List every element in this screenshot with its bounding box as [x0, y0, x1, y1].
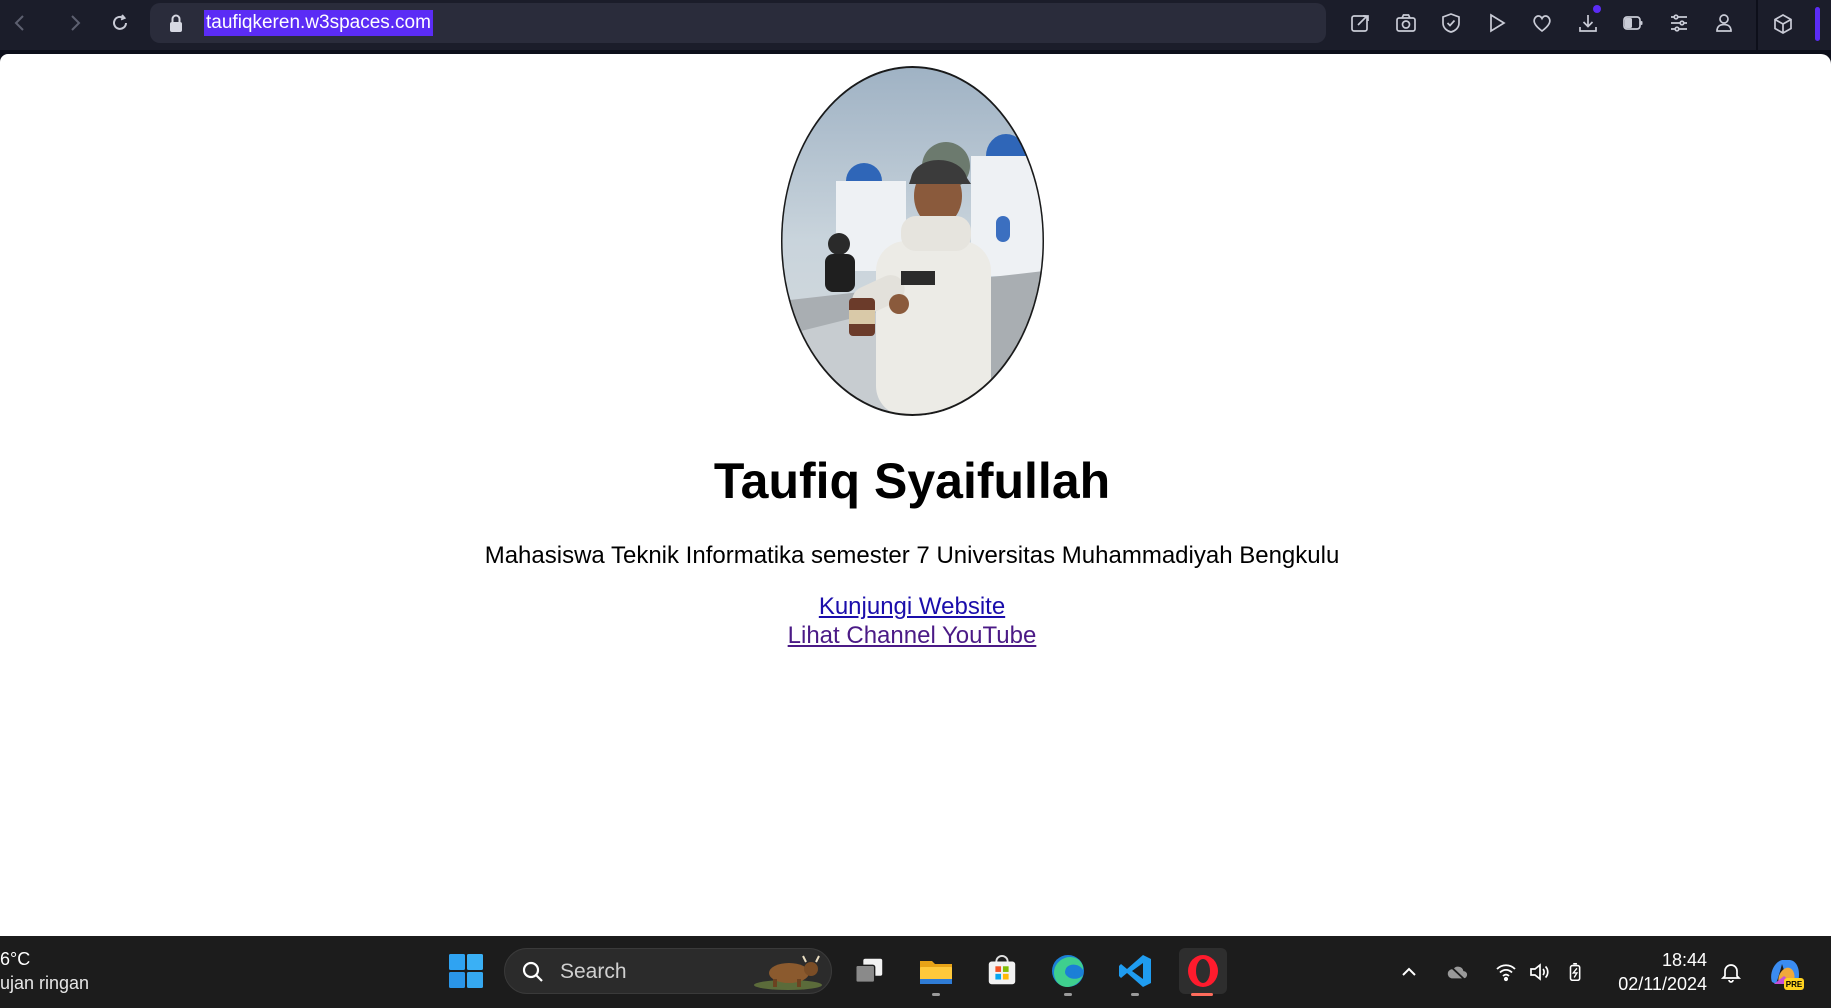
wifi-icon[interactable] — [1492, 958, 1520, 986]
vpn-shield-icon[interactable] — [1436, 8, 1466, 38]
toolbar-divider — [1756, 0, 1758, 50]
toolbar-actions — [1345, 5, 1755, 38]
running-indicator — [932, 993, 940, 996]
profile-links: Kunjungi Website Lihat Channel YouTube — [0, 592, 1824, 650]
web-page: Taufiq Syaifullah Mahasiswa Teknik Infor… — [0, 54, 1831, 936]
volume-icon[interactable] — [1525, 958, 1553, 986]
search-highlight-bull-icon — [754, 955, 822, 990]
address-bar[interactable]: taufiqkeren.w3spaces.com — [150, 3, 1326, 43]
start-icon[interactable] — [443, 948, 489, 994]
snapshot-icon[interactable] — [1391, 8, 1421, 38]
battery-saver-icon[interactable] — [1618, 8, 1648, 38]
url-text[interactable]: taufiqkeren.w3spaces.com — [204, 10, 433, 36]
clock-date: 02/11/2024 — [1618, 974, 1707, 994]
taskbar-search[interactable]: Search — [504, 948, 832, 994]
active-indicator — [1191, 993, 1213, 996]
battery-icon[interactable] — [1562, 958, 1590, 986]
search-placeholder: Search — [560, 960, 627, 983]
weather-widget[interactable]: 6°C ujan ringan — [0, 947, 89, 995]
file-explorer-icon[interactable] — [913, 948, 959, 996]
pinboard-heart-icon[interactable] — [1527, 8, 1557, 38]
profile-name: Taufiq Syaifullah — [713, 453, 1111, 509]
copilot-badge: PRE — [1786, 980, 1803, 989]
copilot-icon[interactable]: PRE — [1766, 954, 1804, 992]
download-icon[interactable] — [1573, 5, 1603, 38]
chevron-up-icon[interactable] — [1395, 958, 1423, 986]
running-indicator — [1064, 993, 1072, 996]
settings-sliders-icon[interactable] — [1664, 8, 1694, 38]
easy-setup-icon[interactable] — [1345, 8, 1375, 38]
sidebar-indicator[interactable] — [1815, 7, 1820, 41]
reload-icon[interactable] — [105, 8, 135, 38]
weather-temp: 6°C — [0, 949, 31, 969]
clock-time: 18:44 — [1661, 950, 1707, 970]
running-indicator — [1131, 993, 1139, 996]
flow-icon[interactable] — [1482, 8, 1512, 38]
back-icon[interactable] — [5, 8, 35, 38]
browser-toolbar: taufiqkeren.w3spaces.com — [0, 0, 1831, 50]
task-view-icon[interactable] — [846, 948, 892, 994]
weather-condition: ujan ringan — [0, 973, 90, 993]
onedrive-icon[interactable] — [1443, 958, 1471, 986]
system-clock[interactable]: 18:44 02/11/2024 — [1611, 948, 1707, 996]
download-badge — [1592, 5, 1601, 13]
windows-taskbar: 6°C ujan ringan Search 18:44 02/11/2024 … — [0, 936, 1831, 1008]
lock-icon[interactable] — [166, 13, 186, 33]
bell-icon[interactable] — [1717, 958, 1745, 986]
profile-bio: Mahasiswa Teknik Informatika semester 7 … — [484, 542, 1340, 569]
vscode-icon[interactable] — [1112, 948, 1158, 996]
forward-icon[interactable] — [60, 8, 90, 38]
opera-icon[interactable] — [1179, 948, 1227, 996]
website-link[interactable]: Kunjungi Website — [0, 592, 1824, 621]
profile-photo — [781, 66, 1044, 416]
microsoft-store-icon[interactable] — [979, 948, 1025, 994]
cube-icon[interactable] — [1768, 9, 1798, 39]
youtube-channel-link[interactable]: Lihat Channel YouTube — [0, 621, 1824, 650]
edge-icon[interactable] — [1045, 948, 1091, 996]
search-icon — [522, 961, 543, 982]
profile-icon[interactable] — [1709, 8, 1739, 38]
